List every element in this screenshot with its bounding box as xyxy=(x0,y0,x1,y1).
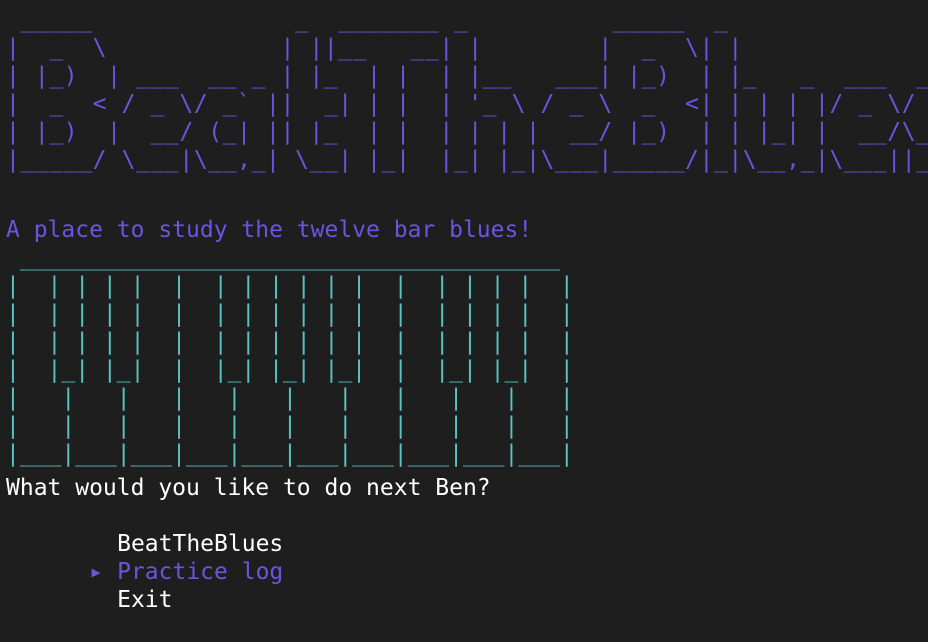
menu-item-label: BeatTheBlues xyxy=(117,531,284,557)
menu-item-label: Exit xyxy=(117,587,173,613)
ascii-piano-keyboard: _______________________________________ … xyxy=(6,245,574,467)
terminal-window: _____ _ _______ _ _____ _ | _ \ | ||__ _… xyxy=(6,6,928,613)
ascii-banner-logo: _____ _ _______ _ _____ _ | _ \ | ||__ _… xyxy=(6,7,928,173)
selection-pointer-icon: ▸ xyxy=(89,559,103,585)
menu-item-label: Practice log xyxy=(117,559,284,585)
menu-list: BeatTheBlues ▸ Practice log Exit xyxy=(6,502,928,613)
menu-prompt: What would you like to do next Ben? xyxy=(6,475,491,501)
menu-item-beattheblues[interactable]: BeatTheBlues xyxy=(6,502,928,557)
tagline: A place to study the twelve bar blues! xyxy=(6,217,533,243)
